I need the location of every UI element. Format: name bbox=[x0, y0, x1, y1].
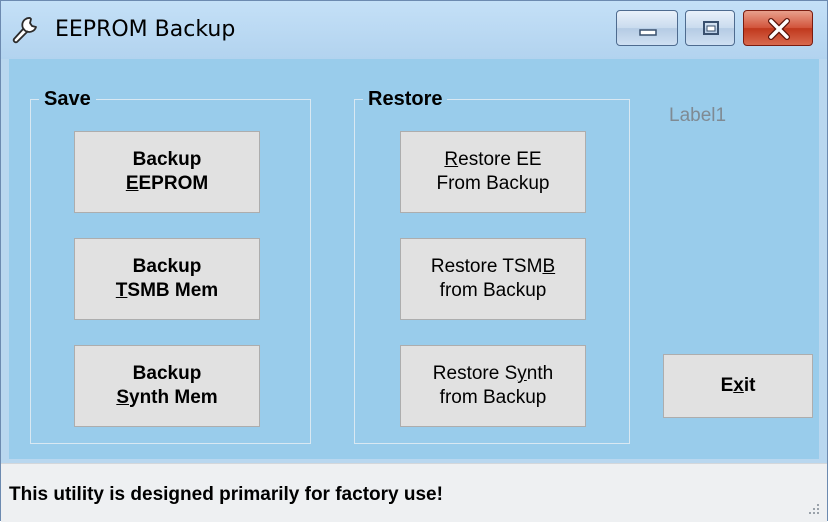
client-area: Save Backup EEPROM Backup TSMB Mem Backu… bbox=[9, 59, 819, 459]
maximize-icon bbox=[703, 21, 719, 35]
minimize-icon bbox=[639, 29, 657, 36]
save-groupbox: Save Backup EEPROM Backup TSMB Mem Backu… bbox=[30, 88, 311, 444]
main-window: EEPROM Backup Save Backup EEPROM Backup … bbox=[0, 0, 828, 522]
save-group-title: Save bbox=[39, 88, 96, 111]
exit-button-label: Exit bbox=[720, 375, 756, 396]
title-bar[interactable]: EEPROM Backup bbox=[1, 1, 827, 59]
window-title: EEPROM Backup bbox=[55, 17, 236, 42]
restore-synth-button[interactable]: Restore Synth from Backup bbox=[400, 345, 586, 427]
restore-ee-button[interactable]: Restore EE From Backup bbox=[400, 131, 586, 213]
button-label-line1: Restore TSMB bbox=[430, 256, 556, 277]
backup-synth-mem-button[interactable]: Backup Synth Mem bbox=[74, 345, 260, 427]
close-button[interactable] bbox=[743, 10, 813, 46]
restore-tsmb-button[interactable]: Restore TSMB from Backup bbox=[400, 238, 586, 320]
close-icon bbox=[768, 18, 790, 40]
backup-eeprom-button[interactable]: Backup EEPROM bbox=[74, 131, 260, 213]
maximize-button[interactable] bbox=[685, 10, 735, 46]
button-label-line2: Synth Mem bbox=[116, 387, 218, 408]
restore-groupbox: Restore Restore EE From Backup Restore T… bbox=[354, 88, 630, 444]
backup-tsmb-mem-button[interactable]: Backup TSMB Mem bbox=[74, 238, 260, 320]
button-label-line2: from Backup bbox=[439, 280, 547, 301]
button-label-line1: Backup bbox=[132, 149, 202, 170]
status-bar: This utility is designed primarily for f… bbox=[1, 463, 827, 522]
button-label-line2: TSMB Mem bbox=[115, 280, 219, 301]
button-label-line1: Restore EE bbox=[444, 149, 542, 170]
status-text: This utility is designed primarily for f… bbox=[9, 484, 443, 505]
button-label-line2: from Backup bbox=[439, 387, 547, 408]
button-label-line2: EEPROM bbox=[125, 173, 209, 194]
button-label-line1: Restore Synth bbox=[432, 363, 554, 384]
button-label-line1: Backup bbox=[132, 363, 202, 384]
button-label-line1: Backup bbox=[132, 256, 202, 277]
resize-grip-icon[interactable] bbox=[807, 502, 821, 516]
restore-group-title: Restore bbox=[363, 88, 448, 111]
wrench-icon bbox=[11, 15, 41, 45]
exit-button[interactable]: Exit bbox=[663, 354, 813, 418]
minimize-button[interactable] bbox=[616, 10, 678, 46]
button-label-line2: From Backup bbox=[436, 173, 550, 194]
label1: Label1 bbox=[669, 105, 727, 126]
